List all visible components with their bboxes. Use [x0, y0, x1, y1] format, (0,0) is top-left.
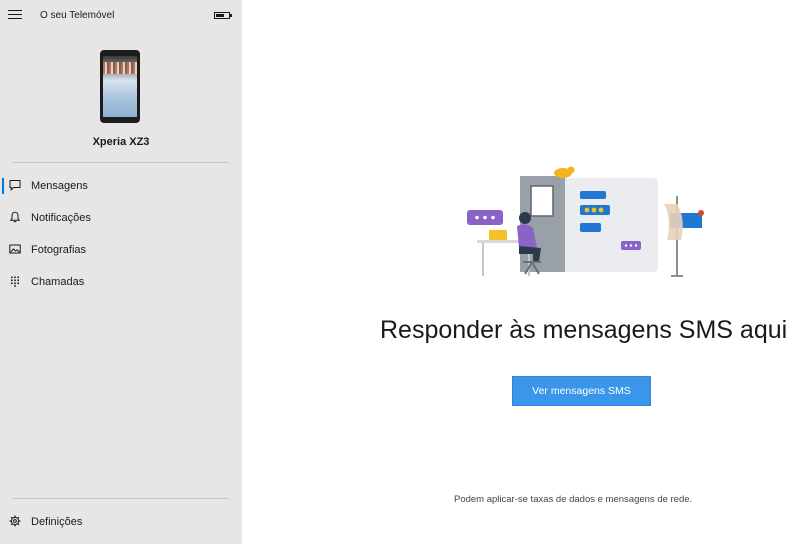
phone-image	[100, 50, 140, 123]
battery-icon	[214, 12, 232, 19]
rates-disclaimer: Podem aplicar-se taxas de dados e mensag…	[454, 494, 693, 505]
photo-icon	[9, 244, 21, 254]
sidebar-item-messages[interactable]: Mensagens	[0, 172, 242, 200]
bell-icon	[9, 211, 21, 223]
dialpad-icon	[11, 276, 19, 287]
sidebar-item-label: Fotografias	[31, 244, 87, 256]
view-sms-button[interactable]: Ver mensagens SMS	[512, 376, 651, 406]
sidebar-divider-top	[12, 162, 229, 163]
page-headline: Responder às mensagens SMS aqui	[380, 316, 788, 344]
sidebar-item-settings[interactable]: Definições	[0, 508, 242, 536]
messaging-illustration	[467, 166, 704, 277]
device-name: Xperia XZ3	[92, 136, 150, 148]
app-title: O seu Telemóvel	[40, 10, 115, 21]
sidebar-item-photos[interactable]: Fotografias	[0, 236, 242, 264]
sidebar-item-label: Mensagens	[31, 180, 88, 192]
sidebar-divider-bottom	[12, 498, 229, 499]
gear-icon	[9, 515, 21, 527]
sidebar-item-label: Notificações	[31, 212, 91, 224]
hamburger-menu-icon[interactable]	[8, 10, 22, 21]
main-content: Responder às mensagens SMS aqui Ver mens…	[242, 0, 800, 544]
sidebar-item-notifications[interactable]: Notificações	[0, 204, 242, 232]
sidebar: O seu Telemóvel Xperia XZ3 Mensagens Not…	[0, 0, 242, 544]
phone-screen	[103, 56, 137, 117]
sidebar-item-label: Definições	[31, 516, 83, 528]
message-icon	[9, 180, 21, 191]
sidebar-item-calls[interactable]: Chamadas	[0, 268, 242, 296]
sidebar-item-label: Chamadas	[31, 276, 85, 288]
title-bar: O seu Telemóvel	[0, 0, 242, 32]
